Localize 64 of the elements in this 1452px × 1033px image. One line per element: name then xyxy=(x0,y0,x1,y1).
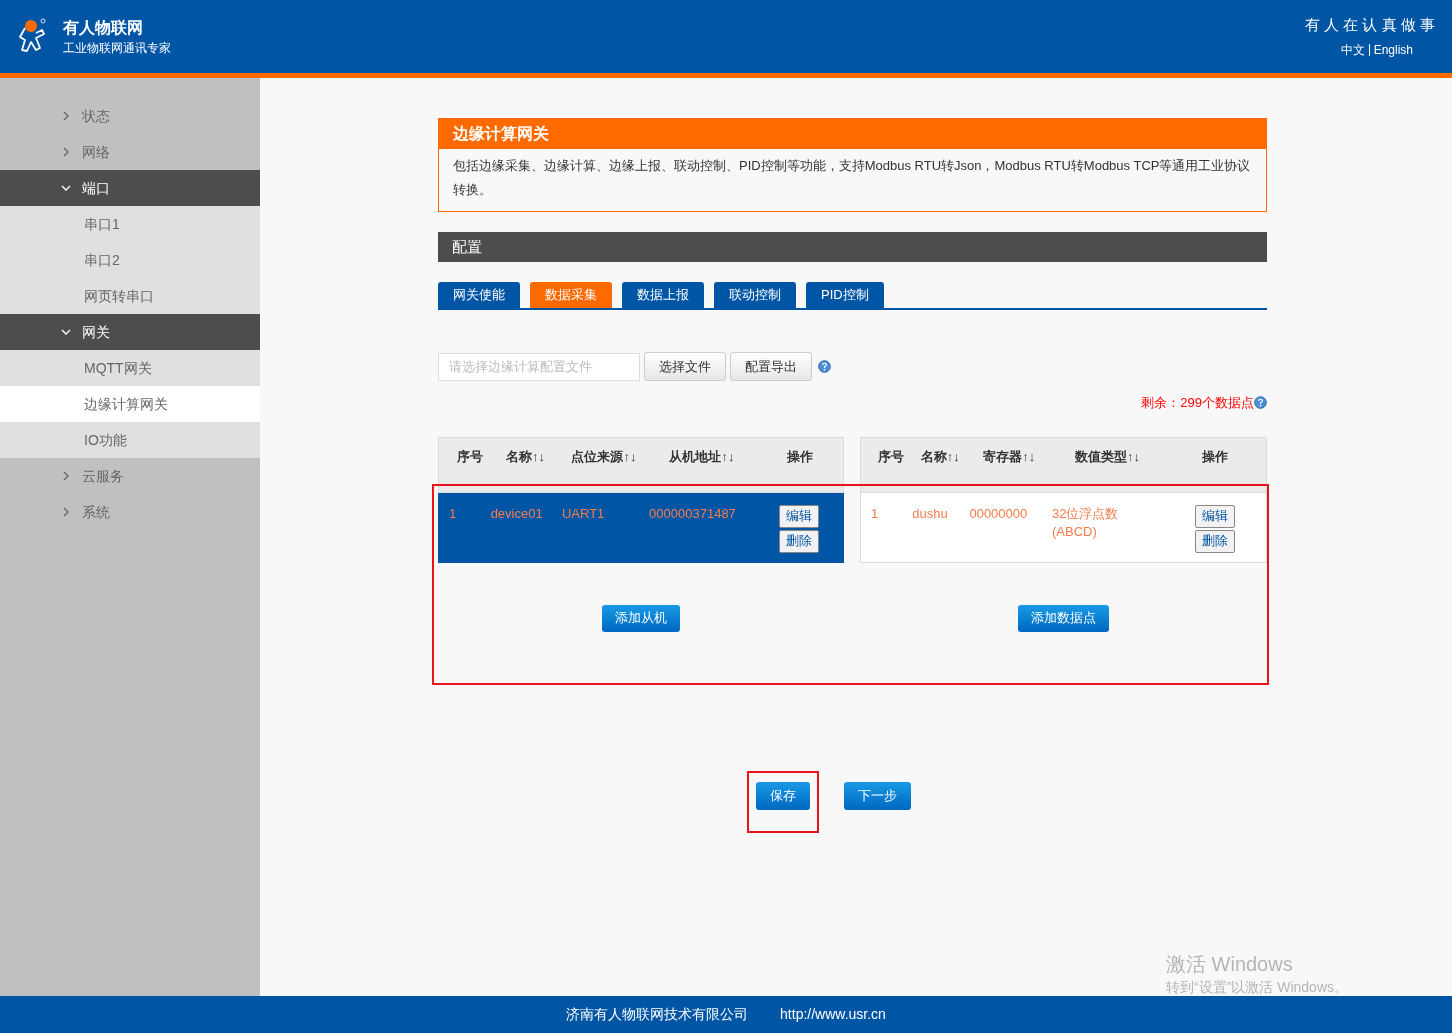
sidebar-group-label: 云服务 xyxy=(82,466,124,486)
column-header[interactable]: 点位来源↑↓ xyxy=(560,447,648,492)
delete-button[interactable]: 删除 xyxy=(779,529,820,553)
table-cell-text: 000000371487 xyxy=(648,504,737,523)
table-cell-text: device01 xyxy=(489,504,544,523)
sidebar-item[interactable]: 串口2 xyxy=(0,242,260,278)
sidebar-group[interactable]: 网关 xyxy=(0,314,260,350)
column-header[interactable]: 从机地址↑↓ xyxy=(647,447,757,492)
sidebar-item[interactable]: IO功能 xyxy=(0,422,260,458)
sidebar-group-label: 网关 xyxy=(82,322,110,342)
column-header[interactable]: 名称↑↓ xyxy=(912,447,969,492)
sidebar-group-label: 状态 xyxy=(82,106,110,126)
table-cell-text: 32位浮点数(ABCD) xyxy=(1051,504,1120,541)
intro-title: 边缘计算网关 xyxy=(439,119,1266,149)
sidebar-item[interactable]: 边缘计算网关 xyxy=(0,386,260,422)
sidebar-group-label: 系统 xyxy=(82,502,110,522)
activation-title: 激活 Windows xyxy=(1166,952,1294,977)
config-tab[interactable]: 联动控制 xyxy=(714,282,796,308)
slogan: 有 人 在 认 真 做 事 xyxy=(1305,14,1435,35)
config-title: 配置 xyxy=(438,232,1267,262)
choose-file-button[interactable]: 选择文件 xyxy=(644,352,726,381)
column-header[interactable]: 序号 xyxy=(871,447,912,492)
column-header[interactable]: 操作 xyxy=(1164,447,1266,492)
language-link[interactable]: 中文 xyxy=(1340,40,1365,59)
file-field[interactable]: 请选择边缘计算配置文件 xyxy=(438,352,640,381)
company-name: 济南有人物联网技术有限公司 xyxy=(566,1005,749,1024)
brand-tagline: 工业物联网通讯专家 xyxy=(63,39,171,57)
brand-name: 有人物联网 xyxy=(63,17,144,38)
config-tab[interactable]: PID控制 xyxy=(806,282,884,308)
table-cell-text: UART1 xyxy=(560,504,606,523)
website-link[interactable]: http://www.usr.cn xyxy=(780,1004,886,1025)
sidebar-group-label: 端口 xyxy=(82,178,110,198)
language-link[interactable]: English xyxy=(1373,40,1413,59)
delete-button[interactable]: 删除 xyxy=(1194,529,1235,553)
next-button[interactable]: 下一步 xyxy=(844,781,911,810)
table-cell-text: 1 xyxy=(870,504,880,523)
export-button[interactable]: 配置导出 xyxy=(730,352,812,381)
add-button[interactable]: 添加数据点 xyxy=(1018,604,1109,632)
help-icon[interactable] xyxy=(1254,396,1267,410)
help-icon[interactable] xyxy=(818,360,831,373)
sidebar-group-label: 网络 xyxy=(82,142,110,162)
table-cell-text: 1 xyxy=(448,504,458,523)
table-row[interactable]: 1 dushu 00000000 32位浮点数(ABCD) 编辑 删除 xyxy=(860,492,1267,563)
save-button[interactable]: 保存 xyxy=(756,781,810,810)
sidebar-group[interactable]: 端口 xyxy=(0,170,260,206)
activation-text: 转到“设置”以激活 Windows。 xyxy=(1166,978,1348,996)
column-header[interactable]: 寄存器↑↓ xyxy=(968,447,1051,492)
edit-button[interactable]: 编辑 xyxy=(779,504,820,528)
config-tab[interactable]: 数据上报 xyxy=(622,282,704,308)
add-button[interactable]: 添加从机 xyxy=(602,604,680,632)
table-cell-text: dushu xyxy=(911,504,949,523)
edit-button[interactable]: 编辑 xyxy=(1194,504,1235,528)
column-header[interactable]: 序号 xyxy=(449,447,491,492)
table-row[interactable]: 1 device01 UART1 000000371487 编辑 删除 xyxy=(438,492,844,563)
table-cell-text: 00000000 xyxy=(968,504,1029,523)
column-header[interactable]: 操作 xyxy=(756,447,843,492)
config-tab[interactable]: 网关使能 xyxy=(438,282,520,308)
intro-text: 包括边缘采集、边缘计算、边缘上报、联动控制、PID控制等功能，支持Modbus RTU转Json，Modbus RTU转Modbus TCP等通用工业协议转换。 xyxy=(452,157,1252,199)
sidebar-item[interactable]: 串口1 xyxy=(0,206,260,242)
column-header[interactable]: 数值类型↑↓ xyxy=(1050,447,1165,492)
column-header[interactable]: 名称↑↓ xyxy=(490,447,561,492)
sidebar-item[interactable]: MQTT网关 xyxy=(0,350,260,386)
sidebar-item[interactable]: 网页转串口 xyxy=(0,278,260,314)
remaining-points: 剩余：299个数据点 xyxy=(1141,394,1254,412)
